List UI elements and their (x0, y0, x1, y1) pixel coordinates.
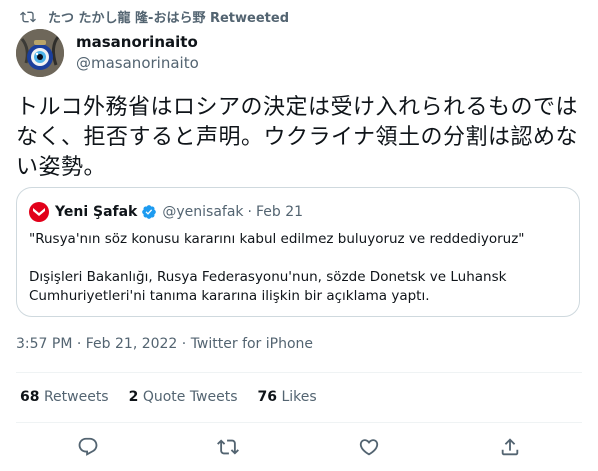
yeni-safak-logo-icon (29, 202, 49, 222)
quote-tweets-stat[interactable]: 2 Quote Tweets (129, 389, 238, 405)
retweets-label: Retweets (43, 389, 109, 405)
quoted-text-line2: Dışişleri Bakanlığı, Rusya Federasyonu'n… (29, 269, 507, 304)
tweet-stats: 68 Retweets 2 Quote Tweets 76 Likes (20, 389, 337, 405)
quoted-handle: @yenisafak (162, 204, 244, 220)
retweets-count: 68 (20, 389, 40, 405)
likes-stat[interactable]: 76 Likes (258, 389, 317, 405)
avatar[interactable] (16, 29, 64, 77)
evil-eye-avatar-image (16, 29, 64, 77)
retweet-banner-text: たつ たかし龍 隆-おはら野 Retweeted (48, 11, 289, 26)
retweet-icon (217, 439, 239, 455)
divider (16, 372, 582, 373)
likes-count: 76 (257, 389, 278, 405)
share-icon (501, 438, 519, 456)
retweet-button[interactable] (213, 434, 243, 460)
share-button[interactable] (495, 434, 525, 460)
tweet-timestamp[interactable]: 3:57 PM · Feb 21, 2022 · Twitter for iPh… (16, 336, 313, 352)
retweets-stat[interactable]: 68 Retweets (20, 389, 109, 405)
likes-label: Likes (281, 389, 317, 405)
quote-tweets-label: Quote Tweets (142, 389, 238, 405)
like-button[interactable] (354, 434, 384, 460)
reply-icon (78, 437, 98, 456)
divider (16, 422, 582, 423)
author-name[interactable]: masanorinaito (76, 33, 199, 51)
reply-button[interactable] (73, 434, 103, 460)
tweet-actions (0, 434, 598, 464)
meta-separator: · (247, 204, 252, 220)
quoted-date: Feb 21 (255, 204, 304, 220)
retweet-banner[interactable]: たつ たかし龍 隆-おはら野 Retweeted (20, 7, 289, 26)
heart-icon (359, 439, 379, 456)
author-handle[interactable]: @masanorinaito (76, 53, 199, 73)
quoted-author-name: Yeni Şafak (55, 204, 138, 220)
verified-badge-icon (142, 205, 157, 219)
quoted-text-line1: "Rusya'nın söz konusu kararını kabul edi… (29, 231, 525, 247)
retweet-icon (20, 11, 36, 22)
quoted-tweet-card[interactable]: Yeni Şafak @yenisafak · Feb 21 "Rusya'nı… (16, 187, 580, 317)
quote-tweets-count: 2 (128, 389, 139, 405)
tweet-text: トルコ外務省はロシアの決定は受け入れられるものではなく、拒否すると声明。ウクライ… (16, 95, 579, 180)
